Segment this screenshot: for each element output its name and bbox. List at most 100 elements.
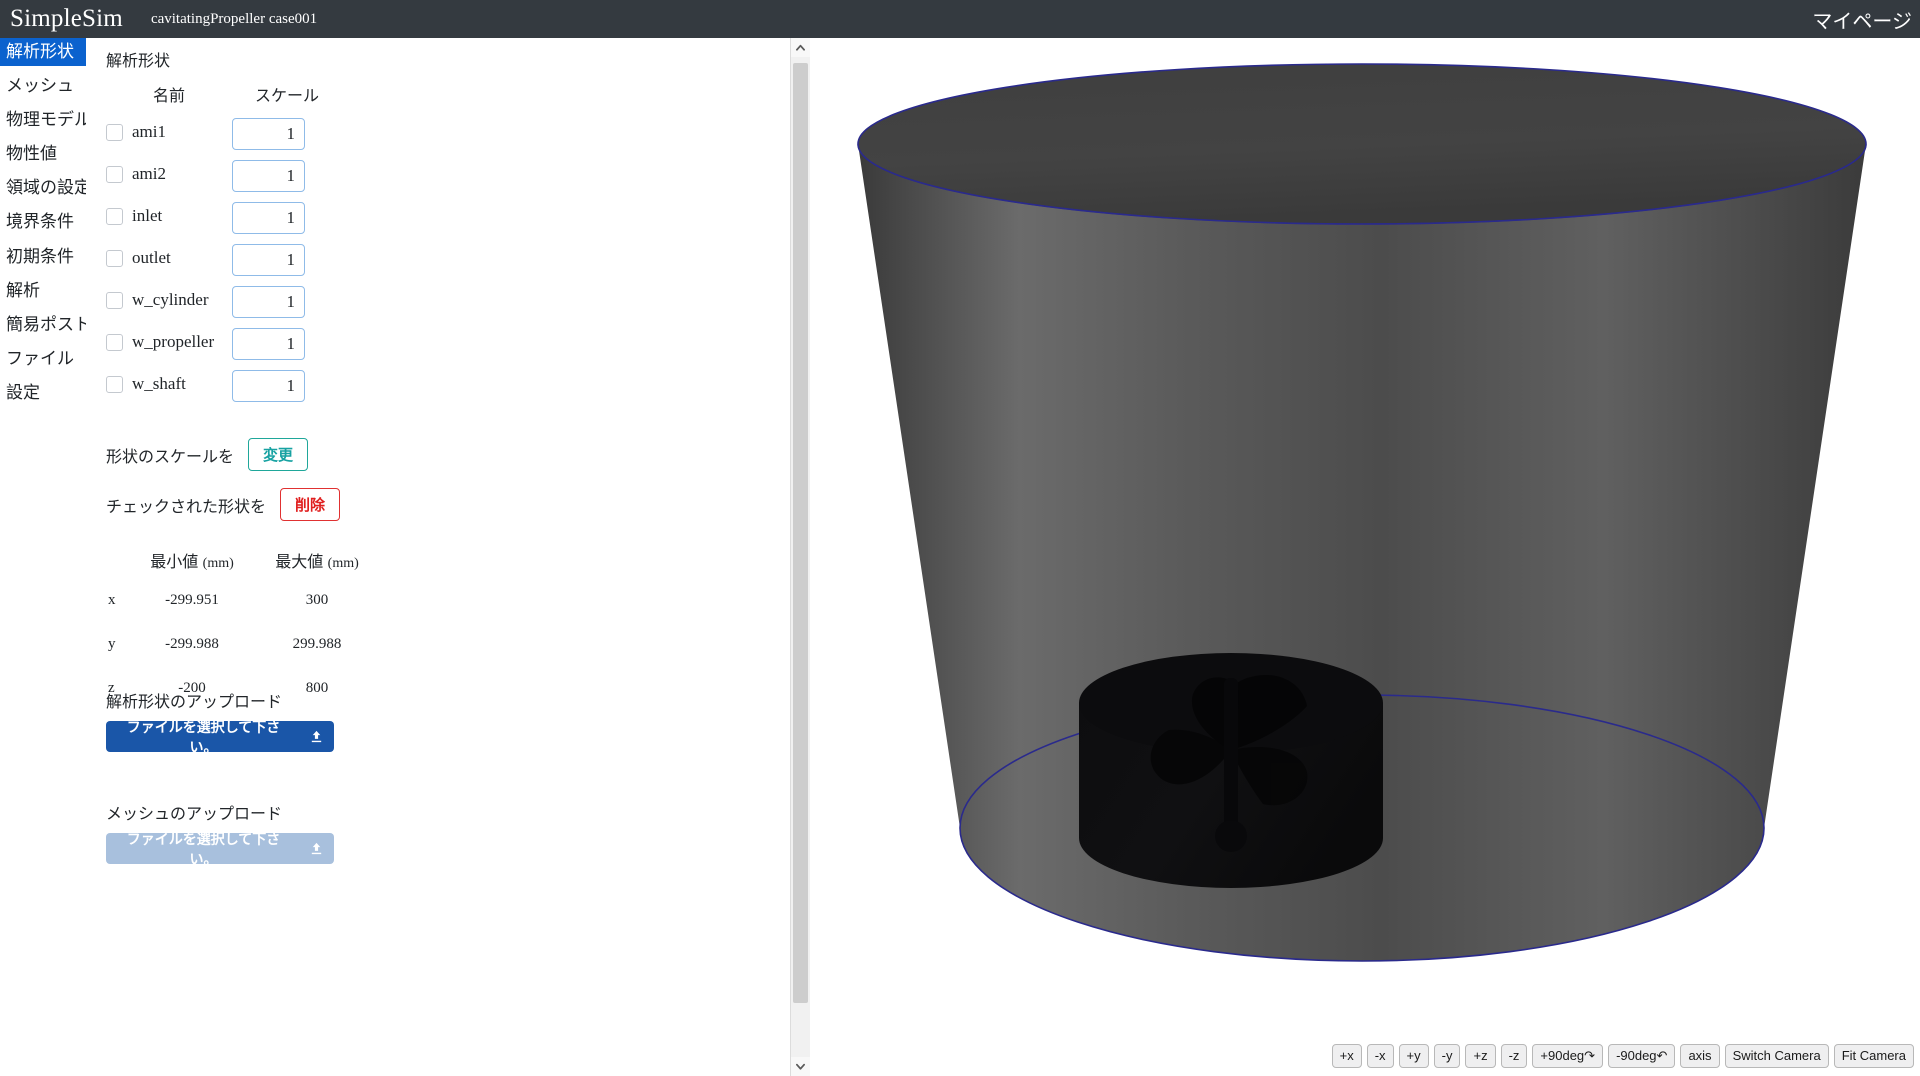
scrollbar-down-arrow-icon[interactable] <box>791 1057 810 1076</box>
sidebar-item-analysis[interactable]: 解析 <box>0 277 86 305</box>
camera-minus-y-button[interactable]: -y <box>1433 1043 1461 1068</box>
sidebar-item-settings[interactable]: 設定 <box>0 379 86 407</box>
camera-plus-y-button[interactable]: +y <box>1398 1043 1429 1068</box>
delete-action-row: チェックされた形状を 削除 <box>106 488 341 521</box>
shape-name-cell: w_cylinder <box>106 286 232 324</box>
geometry-render <box>857 63 1867 962</box>
cylinder-top-face <box>857 63 1867 225</box>
sidebar-item-mesh[interactable]: メッシュ <box>0 72 86 100</box>
bounds-row: y -299.988 299.988 <box>106 636 378 680</box>
shape-name-cell: outlet <box>106 244 232 282</box>
bounds-header-max-unit: (mm) <box>327 556 359 571</box>
shape-row: inlet <box>106 202 342 244</box>
camera-minus-x-button[interactable]: -x <box>1366 1043 1394 1068</box>
shape-name-label: ami1 <box>132 122 166 141</box>
shape-scale-cell <box>232 202 342 244</box>
camera-rotate-plus-90-button[interactable]: +90deg↷ <box>1532 1043 1604 1068</box>
shape-name-label: inlet <box>132 206 163 225</box>
scrollbar-thumb[interactable] <box>793 63 808 1003</box>
sidebar: 解析形状メッシュ物理モデル物性値領域の設定境界条件初期条件解析簡易ポストファイル… <box>0 38 91 1076</box>
bounds-axis-label: y <box>108 636 116 652</box>
upload-icon <box>309 729 324 744</box>
scrollbar-up-arrow-icon[interactable] <box>791 38 810 57</box>
camera-plus-x-button[interactable]: +x <box>1331 1043 1362 1068</box>
geometry-upload-block: 解析形状のアップロード ファイルを選択して下さい。 <box>106 688 334 755</box>
bounds-header-row: 最小値 (mm) 最大値 (mm) <box>106 548 378 592</box>
shape-scale-cell <box>232 328 342 370</box>
sidebar-item-files[interactable]: ファイル <box>0 345 86 373</box>
bounds-header-min-unit: (mm) <box>202 556 234 571</box>
sidebar-item-boundary-conditions[interactable]: 境界条件 <box>0 208 86 236</box>
shape-name-label: outlet <box>132 248 171 267</box>
shape-scale-input[interactable] <box>232 328 305 360</box>
shape-scale-input[interactable] <box>232 160 305 192</box>
sidebar-item-simple-post[interactable]: 簡易ポスト <box>0 311 91 339</box>
shape-row: w_shaft <box>106 370 342 412</box>
geometry-upload-caption: 解析形状のアップロード <box>106 694 283 711</box>
change-scale-button[interactable]: 変更 <box>248 438 309 471</box>
shape-scale-input[interactable] <box>232 244 305 276</box>
page-title: 解析形状 <box>106 53 171 70</box>
sidebar-item-material-properties[interactable]: 物性値 <box>0 140 86 168</box>
sidebar-item-physics-model[interactable]: 物理モデル <box>0 106 91 134</box>
bounds-max-value: 300 <box>305 592 329 608</box>
shape-row: outlet <box>106 244 342 286</box>
shape-name-label: w_shaft <box>132 374 186 393</box>
camera-rotate-minus-90-button[interactable]: -90deg↶ <box>1608 1043 1676 1068</box>
geometry-upload-button[interactable]: ファイルを選択して下さい。 <box>106 719 334 755</box>
geometry-upload-button-label: ファイルを選択して下さい。 <box>126 718 281 755</box>
shapes-table-header-row: 名前 スケール <box>106 82 342 118</box>
mypage-link[interactable]: マイページ <box>1812 5 1912 34</box>
app-header: SimpleSim cavitatingPropeller case001 マイ… <box>0 0 1920 38</box>
shape-name-cell: inlet <box>106 202 232 240</box>
shape-checkbox[interactable] <box>106 123 123 141</box>
bounds-min-value: -299.951 <box>165 592 219 608</box>
shape-scale-input[interactable] <box>232 286 305 318</box>
shapes-header-scale: スケール <box>254 88 319 105</box>
app-brand: SimpleSim <box>10 5 123 32</box>
scale-action-row: 形状のスケールを 変更 <box>106 438 309 471</box>
sidebar-item-region-settings[interactable]: 領域の設定 <box>0 174 91 202</box>
mesh-upload-button[interactable]: ファイルを選択して下さい。 <box>106 831 334 867</box>
shape-checkbox[interactable] <box>106 375 123 393</box>
mesh-upload-caption: メッシュのアップロード <box>106 806 283 823</box>
shape-checkbox[interactable] <box>106 165 123 183</box>
shape-scale-input[interactable] <box>232 202 305 234</box>
3d-viewport[interactable]: +x -x +y -y +z -z +90deg↷ -90deg↶ axis Switch Cam… <box>811 38 1920 1076</box>
shape-row: ami1 <box>106 118 342 160</box>
bounds-header-max: 最大値 (mm) <box>256 548 378 592</box>
camera-axis-button[interactable]: axis <box>1680 1043 1720 1068</box>
shape-name-label: w_cylinder <box>132 290 209 309</box>
delete-shapes-button[interactable]: 削除 <box>280 488 341 521</box>
camera-minus-z-button[interactable]: -z <box>1500 1043 1528 1068</box>
shape-scale-input[interactable] <box>232 370 305 402</box>
bounds-row: x -299.951 300 <box>106 592 378 636</box>
shape-checkbox[interactable] <box>106 291 123 309</box>
shape-name-cell: w_shaft <box>106 370 232 408</box>
camera-fit-button[interactable]: Fit Camera <box>1833 1043 1914 1068</box>
sidebar-item-initial-conditions[interactable]: 初期条件 <box>0 243 86 271</box>
shape-scale-input[interactable] <box>232 118 305 150</box>
shape-name-cell: ami2 <box>106 160 232 198</box>
shape-row: w_propeller <box>106 328 342 370</box>
shape-scale-cell <box>232 118 342 160</box>
shape-checkbox[interactable] <box>106 207 123 225</box>
bounds-max-value: 299.988 <box>292 636 342 652</box>
bounds-min-value: -299.988 <box>165 636 219 652</box>
scale-action-label: 形状のスケールを <box>106 448 235 466</box>
delete-action-label: チェックされた形状を <box>106 498 267 516</box>
shape-checkbox[interactable] <box>106 249 123 267</box>
camera-switch-button[interactable]: Switch Camera <box>1724 1043 1829 1068</box>
shape-scale-cell <box>232 244 342 286</box>
shape-name-label: ami2 <box>132 164 166 183</box>
bounds-header-min-text: 最小値 <box>150 554 199 571</box>
shape-row: ami2 <box>106 160 342 202</box>
bounds-header-min: 最小値 (mm) <box>128 548 256 592</box>
sidebar-item-geometry[interactable]: 解析形状 <box>0 38 86 67</box>
panel-scrollbar[interactable] <box>790 38 810 1076</box>
mesh-upload-button-label: ファイルを選択して下さい。 <box>126 830 281 867</box>
camera-plus-z-button[interactable]: +z <box>1465 1043 1496 1068</box>
camera-toolbar: +x -x +y -y +z -z +90deg↷ -90deg↶ axis Switch Cam… <box>1331 1043 1914 1068</box>
case-title: cavitatingPropeller case001 <box>150 10 318 27</box>
shape-checkbox[interactable] <box>106 333 123 351</box>
